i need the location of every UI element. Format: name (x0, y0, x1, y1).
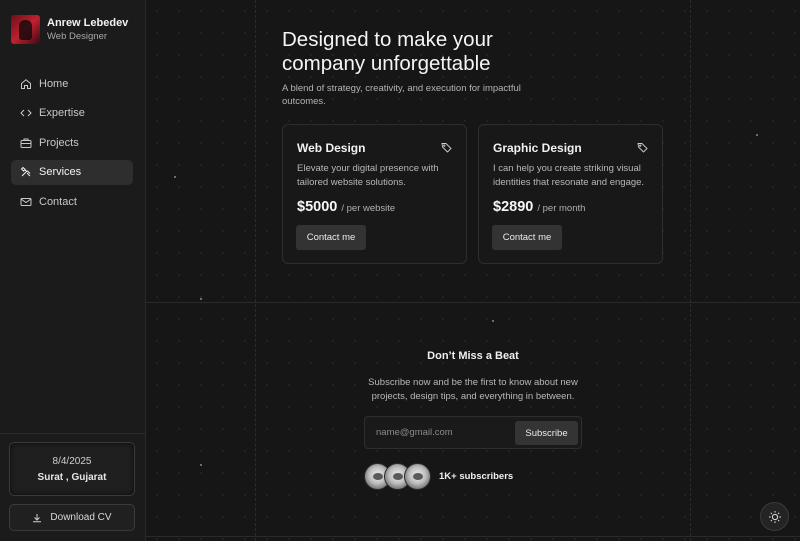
download-cv-button[interactable]: Download CV (9, 504, 135, 531)
tools-icon (20, 166, 32, 178)
avatar (404, 463, 431, 490)
sidebar-item-home[interactable]: Home (11, 71, 133, 96)
service-description: Elevate your digital presence with tailo… (297, 163, 439, 188)
sidebar-item-services[interactable]: Services (11, 159, 133, 185)
grid-line (690, 0, 691, 541)
newsletter-form: Subscribe (364, 416, 582, 449)
sidebar-item-label: Projects (39, 136, 79, 149)
sidebar: Anrew Lebedev Web Designer Home Expertis… (0, 0, 146, 541)
subscribers-row: 1K+ subscribers (364, 463, 513, 490)
sidebar-item-label: Services (39, 166, 82, 179)
date-location-card: 8/4/2025 Surat , Gujarat (9, 442, 135, 496)
decor-dot (200, 464, 202, 466)
subscriber-count: 1K+ subscribers (439, 471, 514, 482)
profile-name: Anrew Lebedev (47, 17, 129, 29)
home-icon (20, 78, 32, 90)
decor-dot (200, 298, 202, 300)
sidebar-item-projects[interactable]: Projects (11, 130, 133, 155)
sidebar-item-label: Expertise (39, 107, 85, 120)
section-divider (146, 536, 800, 537)
divider (0, 433, 145, 434)
decor-dot (492, 320, 494, 322)
briefcase-icon (20, 137, 32, 149)
contact-me-button[interactable]: Contact me (296, 225, 366, 250)
location: Surat , Gujarat (37, 472, 107, 483)
newsletter-title: Don’t Miss a Beat (427, 350, 519, 362)
newsletter-subtitle: Subscribe now and be the first to know a… (368, 377, 578, 402)
tag-icon (441, 143, 452, 153)
grid-line (255, 0, 256, 541)
sidebar-nav: Home Expertise Projects Services Contact (11, 71, 133, 219)
current-date: 8/4/2025 (52, 456, 92, 467)
profile[interactable]: Anrew Lebedev Web Designer (11, 15, 128, 44)
price-value: $2890 (493, 199, 534, 215)
service-price: $2890 / per month (493, 199, 585, 215)
decor-dot (174, 176, 176, 178)
download-icon (33, 513, 42, 522)
code-icon (20, 107, 32, 119)
avatar (11, 15, 40, 44)
service-card-web-design: Web Design Elevate your digital presence… (282, 124, 467, 264)
contact-me-button[interactable]: Contact me (492, 225, 562, 250)
email-input[interactable] (367, 419, 511, 446)
sidebar-item-expertise[interactable]: Expertise (11, 101, 133, 126)
service-card-graphic-design: Graphic Design I can help you create str… (478, 124, 663, 264)
tag-icon (637, 143, 648, 153)
decor-dot (756, 134, 758, 136)
service-price: $5000 / per website (297, 199, 395, 215)
section-divider (146, 302, 800, 303)
service-title: Graphic Design (493, 141, 582, 155)
sidebar-item-label: Contact (39, 195, 77, 208)
sidebar-item-label: Home (39, 77, 69, 90)
subscribe-button[interactable]: Subscribe (515, 421, 578, 445)
page-subtitle: A blend of strategy, creativity, and exe… (282, 83, 521, 107)
service-title: Web Design (297, 141, 366, 155)
sun-icon (768, 510, 781, 523)
profile-role: Web Designer (47, 31, 108, 42)
price-unit: / per website (341, 203, 396, 214)
price-value: $5000 (297, 199, 338, 215)
download-cv-label: Download CV (50, 512, 112, 523)
theme-toggle-button[interactable] (760, 502, 789, 531)
sidebar-item-contact[interactable]: Contact (11, 189, 133, 214)
mail-icon (20, 196, 32, 208)
price-unit: / per month (537, 203, 586, 214)
page-title: Designed to make your company unforgetta… (282, 28, 493, 75)
service-description: I can help you create striking visual id… (493, 163, 645, 188)
